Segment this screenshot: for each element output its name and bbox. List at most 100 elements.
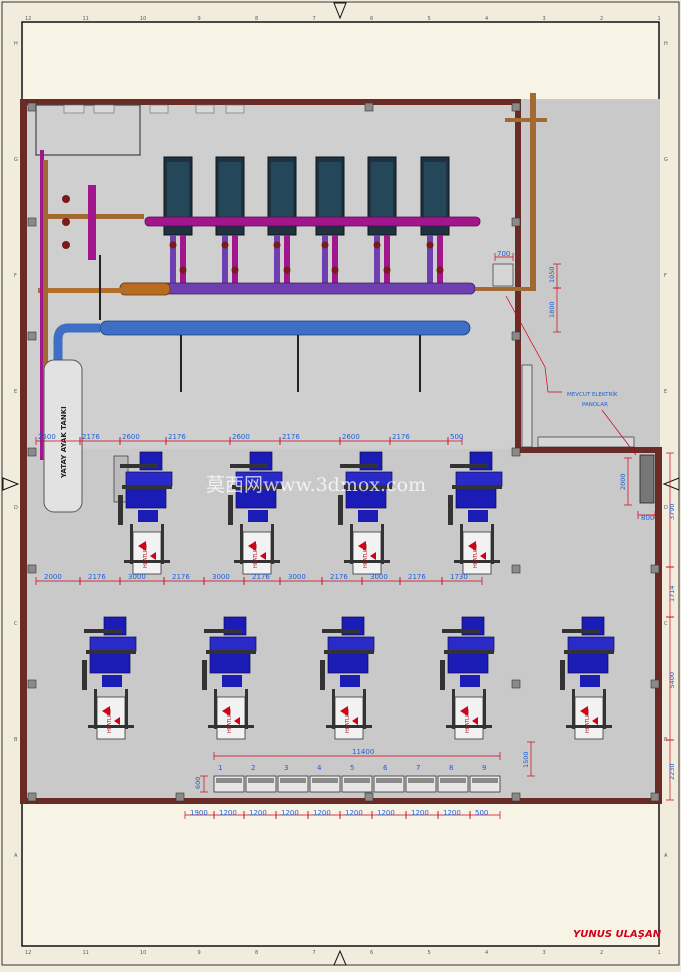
dim-floor: 1200 <box>219 809 237 817</box>
magenta-supply-header <box>144 216 481 227</box>
zone-label-bottom: 11 <box>83 950 89 956</box>
tray-number: 5 <box>350 764 354 772</box>
cad-drawing-sheet: 12 11 10 9 8 7 6 5 4 3 2 1 12 11 10 9 8 7 6 5 4 3 2 1 HGFEDCBA… <box>0 0 681 968</box>
inner-right-wall <box>515 99 521 451</box>
tray-number: 8 <box>449 764 453 772</box>
zone-label-bottom: 3 <box>543 950 546 956</box>
dim-right: 5400 <box>668 672 676 689</box>
zone-label-right: F <box>664 273 667 279</box>
dim-row2: 2000 <box>44 573 62 581</box>
dim-pipe: 1800 <box>548 301 556 318</box>
dim-floor: 500 <box>475 809 488 817</box>
tray-number: 1 <box>218 764 222 772</box>
zone-label-top: 2 <box>600 16 603 22</box>
boiler-brand-label: HEATLINE <box>345 709 351 733</box>
boiler-brand-label: HEATLINE <box>253 544 259 568</box>
zone-label-left: G <box>14 157 18 163</box>
zone-label-bottom: 10 <box>140 950 146 956</box>
boiler-brand-label: HEATLINE <box>473 544 479 568</box>
zone-label-right: H <box>664 41 668 47</box>
dim-row2: 1730 <box>450 573 468 581</box>
gas-line-horizontal <box>475 287 535 291</box>
cable-tray <box>213 775 501 793</box>
zone-label-right: E <box>664 389 667 395</box>
zone-label-bottom: 1 <box>658 950 661 956</box>
dim-row2: 2176 <box>172 573 190 581</box>
zone-label-top: 6 <box>370 16 373 22</box>
zone-label-right: C <box>664 621 668 627</box>
dim-row1: 500 <box>450 433 463 441</box>
left-wall <box>20 99 27 804</box>
zone-label-top: 1 <box>658 16 661 22</box>
boiler-brand-label: HEATLINE <box>143 544 149 568</box>
drawing-canvas: 12 11 10 9 8 7 6 5 4 3 2 1 12 11 10 9 8 7 6 5 4 3 2 1 HGFEDCBA… <box>1 1 680 966</box>
dim-tray-total: 11400 <box>352 748 374 756</box>
zone-label-right: G <box>664 157 668 163</box>
right-zone-labels: HGFEDCBA <box>664 41 668 859</box>
panel-note-line2: PANOLAR <box>582 402 608 408</box>
panel-note-line1: MEVCUT ELEKTRİK <box>567 391 618 398</box>
boiler-brand-label: HEATLINE <box>465 709 471 733</box>
dim-pipe: 700 <box>497 250 510 258</box>
gas-line-vertical <box>530 93 536 291</box>
magenta-manifold <box>88 185 96 260</box>
bottom-center-mark <box>333 949 347 966</box>
dim-row2: 3000 <box>128 573 146 581</box>
dim-row2: 2176 <box>88 573 106 581</box>
zone-label-right: A <box>664 853 668 859</box>
wall-cabinet <box>537 436 635 448</box>
tray-number: 6 <box>383 764 388 772</box>
boiler-brand-label: HEATLINE <box>107 709 113 733</box>
zone-label-bottom: 6 <box>370 950 373 956</box>
dim-floor: 1900 <box>190 809 208 817</box>
right-wall <box>655 447 662 804</box>
dim-floor: 1200 <box>313 809 331 817</box>
step-wall <box>515 447 662 453</box>
dim-row1: 2176 <box>82 433 100 441</box>
dim-floor: 1200 <box>345 809 363 817</box>
tray-number: 4 <box>317 764 322 772</box>
zone-label-top: 11 <box>83 16 89 22</box>
dim-row2: 2176 <box>252 573 270 581</box>
dim-tray-side: 1500 <box>522 751 530 768</box>
zone-label-top: 3 <box>543 16 546 22</box>
dim-floor: 1200 <box>377 809 395 817</box>
zone-label-top: 7 <box>313 16 316 22</box>
zone-label-top: 10 <box>140 16 146 22</box>
dim-row2: 3000 <box>370 573 388 581</box>
boiler-brand-label: HEATLINE <box>363 544 369 568</box>
electrical-panel <box>639 454 655 504</box>
zone-label-left: E <box>14 389 17 395</box>
side-cabinet <box>521 364 533 448</box>
dim-row1: 2500 <box>38 433 56 441</box>
zone-label-left: A <box>14 853 18 859</box>
zone-label-bottom: 9 <box>198 950 201 956</box>
dim-pipe: 1050 <box>548 266 556 283</box>
bottom-wall <box>20 798 662 804</box>
dim-row1: 2176 <box>282 433 300 441</box>
zone-label-bottom: 5 <box>428 950 431 956</box>
gas-line-top <box>505 118 547 122</box>
dim-row2: 3000 <box>288 573 306 581</box>
zone-label-bottom: 7 <box>313 950 316 956</box>
dim-tray-left: 600 <box>194 777 202 789</box>
boiler-brand-label: HEATLINE <box>227 709 233 733</box>
dim-right: 1714 <box>668 585 676 602</box>
gas-meter <box>492 263 514 287</box>
boiler-brand-label: HEATLINE <box>585 709 591 733</box>
dim-row1: 2176 <box>392 433 410 441</box>
top-zone-labels: 12 11 10 9 8 7 6 5 4 3 2 1 <box>25 16 661 22</box>
author-signature: YUNUS ULAŞAN <box>573 929 662 940</box>
dim-row1: 2600 <box>232 433 250 441</box>
dim-right: 2230 <box>668 763 676 780</box>
zone-label-left: C <box>14 621 18 627</box>
dim-row1: 2176 <box>168 433 186 441</box>
zone-label-bottom: 2 <box>600 950 603 956</box>
watermark: 莫西网www.3dmox.com <box>206 474 426 496</box>
zone-label-top: 9 <box>198 16 201 22</box>
zone-label-left: D <box>14 505 18 511</box>
tray-number: 2 <box>251 764 255 772</box>
zone-label-top: 5 <box>428 16 431 22</box>
dim-row2: 2176 <box>408 573 426 581</box>
left-zone-labels: H G F E D C B A <box>14 41 18 859</box>
